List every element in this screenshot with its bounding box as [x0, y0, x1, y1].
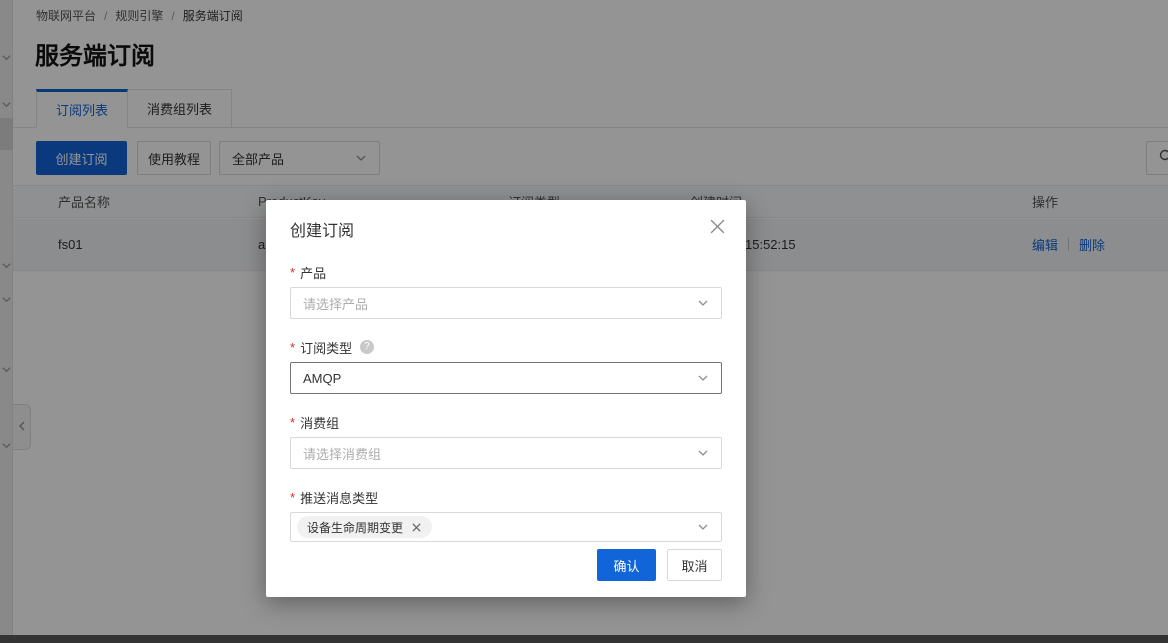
cancel-button[interactable]: 取消: [667, 549, 722, 581]
required-mark: *: [290, 265, 295, 280]
product-select[interactable]: 请选择产品: [290, 287, 722, 319]
field-product: * 产品 请选择产品: [290, 263, 722, 319]
modal-close-button[interactable]: [706, 218, 728, 240]
chevron-down-icon: [697, 372, 709, 384]
field-subscription-type: * 订阅类型 ? AMQP: [290, 338, 722, 394]
field-consumer-group-label: * 消费组: [290, 413, 722, 431]
selected-tag-label: 设备生命周期变更: [307, 519, 403, 536]
field-consumer-group: * 消费组 请选择消费组: [290, 413, 722, 469]
chevron-down-icon: [697, 447, 709, 459]
chevron-down-icon: [697, 297, 709, 309]
field-push-message-type: * 推送消息类型 设备生命周期变更: [290, 488, 722, 542]
field-label-text: 产品: [300, 263, 326, 282]
create-subscription-modal: 创建订阅 * 产品 请选择产品 * 订阅类型 ? AMQP: [266, 200, 746, 597]
field-label-text: 消费组: [300, 413, 339, 432]
modal-title: 创建订阅: [290, 220, 722, 244]
consumer-group-placeholder: 请选择消费组: [303, 444, 381, 463]
consumer-group-select[interactable]: 请选择消费组: [290, 437, 722, 469]
field-push-message-type-label: * 推送消息类型: [290, 488, 722, 506]
field-label-text: 推送消息类型: [300, 488, 378, 507]
chevron-down-icon: [697, 521, 709, 533]
field-label-text: 订阅类型: [300, 338, 352, 357]
iot-console-page: 物联网平台 / 规则引擎 / 服务端订阅 服务端订阅 订阅列表 消费组列表 创建…: [0, 0, 1168, 643]
confirm-button[interactable]: 确认: [597, 549, 656, 581]
selected-tag: 设备生命周期变更: [297, 516, 432, 538]
modal-footer: 确认 取消: [597, 549, 722, 581]
product-select-placeholder: 请选择产品: [303, 294, 368, 313]
close-icon: [710, 219, 725, 239]
subscription-type-select[interactable]: AMQP: [290, 362, 722, 394]
push-message-type-select[interactable]: 设备生命周期变更: [290, 512, 722, 542]
help-icon[interactable]: ?: [360, 340, 374, 354]
required-mark: *: [290, 340, 295, 355]
field-product-label: * 产品: [290, 263, 722, 281]
required-mark: *: [290, 415, 295, 430]
field-subscription-type-label: * 订阅类型 ?: [290, 338, 722, 356]
tag-remove-button[interactable]: [411, 522, 422, 533]
required-mark: *: [290, 490, 295, 505]
subscription-type-value: AMQP: [303, 371, 341, 386]
